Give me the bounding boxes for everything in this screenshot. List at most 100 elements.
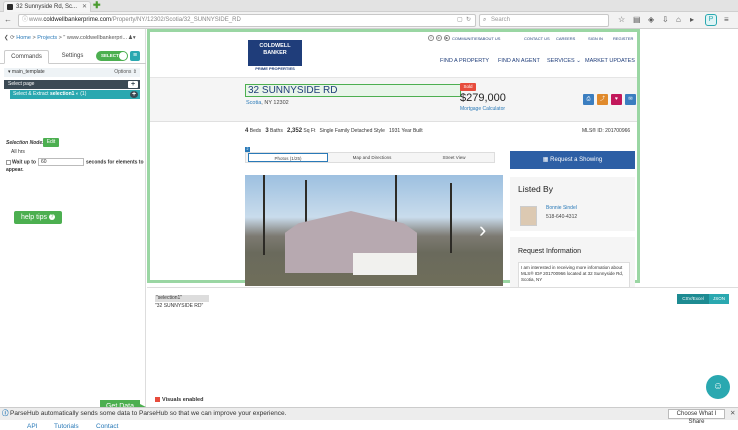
logo-line2: BANKER	[263, 50, 287, 56]
tab-street-view[interactable]: Street View	[414, 153, 494, 162]
select-toggle[interactable]: SELECT	[96, 51, 128, 61]
footer-link-api[interactable]: API	[27, 423, 37, 430]
pocket-icon[interactable]: ◈	[648, 15, 654, 25]
mainnav-market-updates[interactable]: MARKET UPDATES	[585, 58, 635, 64]
property-price: $279,000	[460, 92, 506, 104]
footer-link-tutorials[interactable]: Tutorials	[54, 423, 79, 430]
select-toggle-label: SELECT	[101, 53, 119, 58]
city-link[interactable]: Scotia	[246, 100, 261, 106]
csv-excel-button[interactable]: CSV/Excel	[677, 294, 709, 304]
close-tab-icon[interactable]: ✕	[82, 2, 87, 12]
search-input[interactable]: ⌕ Search	[479, 14, 609, 27]
json-button[interactable]: JSON	[709, 294, 729, 304]
url-prefix: www.	[29, 17, 44, 23]
help-tips-label: help tips	[20, 214, 48, 221]
command-select-page[interactable]: Select page +	[4, 80, 140, 89]
coldwell-banker-logo[interactable]: COLDWELL BANKER	[248, 40, 302, 66]
topnav-contact[interactable]: CONTACT US	[524, 36, 550, 41]
choose-what-i-share-button[interactable]: Choose What I Share	[668, 409, 725, 425]
tree	[305, 180, 307, 225]
back-icon[interactable]: ←	[4, 15, 12, 25]
options-dropdown[interactable]: Options ⇕	[114, 68, 137, 77]
browser-tab[interactable]: 32 Sunnyside Rd, Sc... ✕	[3, 1, 91, 12]
property-address[interactable]: 32 SUNNYSIDE RD	[245, 84, 461, 97]
download-icon[interactable]: ⇩	[662, 15, 669, 25]
share-icon[interactable]: ⤴	[597, 94, 608, 105]
reader-icon[interactable]: ▢	[457, 15, 463, 26]
info-icon: ⓘ	[2, 410, 9, 417]
youtube-icon[interactable]: ▶	[444, 35, 450, 41]
tree	[395, 175, 397, 225]
print-icon[interactable]: ⎙	[583, 94, 594, 105]
tab-commands[interactable]: Commands	[4, 50, 49, 64]
sidebar-tabs: Commands Settings SELECT ≡	[0, 48, 146, 64]
hamburger-menu-icon[interactable]: ≡	[130, 51, 140, 61]
state-zip: , NY 12302	[261, 100, 289, 106]
mortgage-calculator-link[interactable]: Mortgage Calculator	[460, 106, 505, 112]
chat-support-icon[interactable]: ☺	[706, 375, 730, 399]
user-icon[interactable]: ♟▾	[128, 29, 136, 47]
help-tips-button[interactable]: help tips?	[14, 211, 62, 224]
url-bar[interactable]: ⓘ www.coldwellbankerprime.com/Property/N…	[18, 14, 476, 27]
template-row[interactable]: ▾ main_template Options ⇕	[4, 68, 140, 77]
topnav-about[interactable]: ABOUT US	[480, 36, 500, 41]
footer-link-contact[interactable]: Contact	[96, 423, 118, 430]
parsehub-extension-icon[interactable]: P	[705, 14, 717, 26]
property-photo[interactable]: ›	[245, 175, 503, 286]
sqft-count: 2,352	[287, 128, 303, 134]
reload-icon[interactable]: ↻	[466, 15, 471, 26]
tab-map[interactable]: Map and Directions	[332, 153, 412, 162]
linkedin-icon[interactable]: in	[436, 35, 442, 41]
home-icon[interactable]: ⌂	[676, 15, 681, 25]
back-arrow-icon[interactable]: ❮	[4, 35, 9, 41]
bookmark-star-icon[interactable]: ☆	[618, 15, 625, 25]
command-select-extract[interactable]: Select & Extract selection1 ◐ (1) +	[10, 90, 140, 99]
property-facts: 4 Beds 3 Baths 2,352 Sq Ft Single Family…	[245, 128, 423, 134]
logo-subtitle: PRIME PROPERTIES	[255, 66, 295, 71]
toggle-knob	[119, 52, 127, 60]
add-command-icon[interactable]: +	[130, 91, 138, 98]
preview-value: "32 SUNNYSIDE RD"	[155, 303, 204, 309]
mainnav-services[interactable]: SERVICES ⌄	[547, 58, 581, 64]
email-icon[interactable]: ✉	[625, 94, 636, 105]
new-tab-icon[interactable]: ✚	[93, 1, 101, 10]
wait-checkbox[interactable]	[6, 159, 11, 165]
favorite-heart-icon[interactable]: ♥	[611, 94, 622, 105]
baths-label: Baths	[270, 128, 283, 134]
edit-button[interactable]: Edit	[43, 138, 59, 147]
next-photo-chevron-icon[interactable]: ›	[479, 219, 486, 241]
add-command-icon[interactable]: +	[128, 81, 138, 88]
tab-photos[interactable]: Photos (1/25)	[248, 153, 328, 162]
close-notification-icon[interactable]: ✕	[730, 408, 735, 420]
topnav-careers[interactable]: CAREERS	[556, 36, 575, 41]
topnav-signin[interactable]: SIGN IN	[588, 36, 603, 41]
website-viewport: COLDWELL BANKER PRIME PROPERTIES f in ▶ …	[147, 29, 738, 287]
mls-id: MLS® ID: 201700966	[582, 128, 631, 134]
facebook-icon[interactable]: f	[428, 35, 434, 41]
topnav-register[interactable]: REGISTER	[613, 36, 633, 41]
mainnav-find-agent[interactable]: FIND AN AGENT	[498, 58, 540, 64]
notification-text: ParseHub automatically sends some data t…	[10, 410, 287, 417]
tab-settings[interactable]: Settings	[50, 50, 95, 64]
refresh-icon[interactable]: ⟳	[10, 35, 15, 41]
notification-bar: ⓘ ParseHub automatically sends some data…	[0, 407, 738, 425]
url-path: /Property/NY/12302/Scotia/32_SUNNYSIDE_R…	[111, 17, 241, 23]
request-message-textarea[interactable]: I am interested in receiving more inform…	[518, 262, 630, 287]
menu-icon[interactable]: ≡	[724, 15, 729, 25]
visuals-toggle[interactable]: Visuals enabled	[155, 397, 203, 403]
breadcrumb-projects[interactable]: Projects	[37, 35, 57, 41]
wait-option: Wait up to 60 seconds for elements to appe…	[6, 158, 146, 174]
wait-seconds-input[interactable]: 60	[37, 158, 84, 166]
request-info-title: Request Information	[518, 248, 582, 255]
tree	[450, 183, 452, 253]
clipboard-icon[interactable]: ▤	[633, 15, 641, 25]
agent-name[interactable]: Bonnie Sindel	[546, 205, 577, 211]
chat-bubble-icon[interactable]: ▸	[690, 15, 694, 25]
year-built: 1931 Year Built	[389, 128, 423, 134]
breadcrumb-home[interactable]: Home	[16, 35, 31, 41]
navigation-bar: ← ⓘ www.coldwellbankerprime.com/Property…	[0, 12, 738, 29]
mainnav-find-property[interactable]: FIND A PROPERTY	[440, 58, 489, 64]
topnav-communities[interactable]: COMMUNITIES	[452, 36, 480, 41]
visuals-checkbox[interactable]	[155, 397, 160, 403]
request-showing-button[interactable]: ▦ Request a Showing	[510, 151, 635, 169]
